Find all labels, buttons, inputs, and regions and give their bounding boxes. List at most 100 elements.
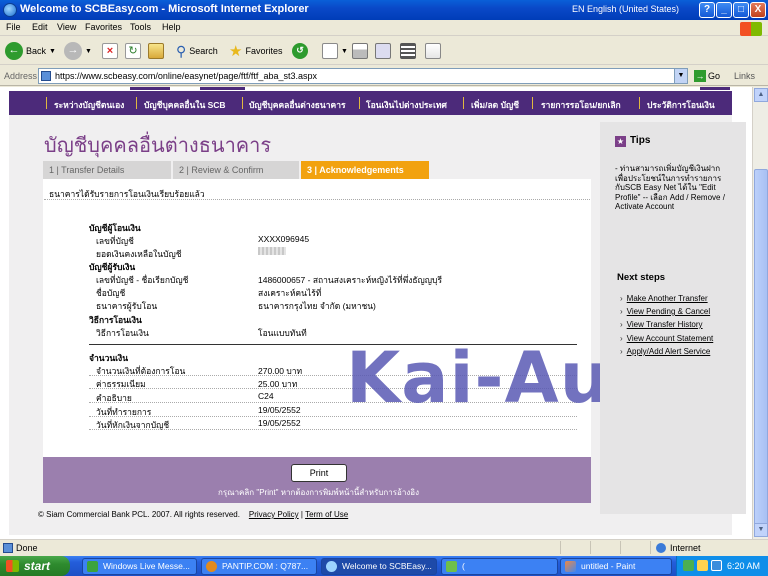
menu-tools[interactable]: Tools: [130, 22, 151, 32]
messenger-button[interactable]: [425, 41, 441, 61]
scroll-down-icon[interactable]: ▼: [754, 523, 768, 537]
forward-dropdown-icon[interactable]: ▼: [85, 48, 92, 55]
print-button[interactable]: Print: [291, 464, 347, 482]
messenger-tray-icon[interactable]: [711, 560, 722, 571]
menu-file[interactable]: File: [6, 22, 21, 32]
chevron-right-icon: ›: [620, 307, 623, 316]
transaction-date-value: 19/05/2552: [258, 405, 301, 415]
scroll-up-icon[interactable]: ▲: [754, 88, 768, 102]
maximize-button[interactable]: □: [733, 2, 749, 18]
task-paint[interactable]: untitled - Paint: [560, 558, 672, 575]
search-button[interactable]: ⚲ Search: [176, 41, 218, 61]
address-dropdown-icon[interactable]: ▼: [674, 69, 687, 83]
back-dropdown-icon[interactable]: ▼: [49, 48, 56, 55]
ie-icon: [326, 561, 337, 572]
next-step-item[interactable]: › View Pending & Cancel: [620, 307, 710, 316]
from-account-no: XXXX096945: [258, 234, 310, 244]
to-account-heading: บัญชีผู้รับเงิน: [89, 262, 136, 272]
task-scbeasy[interactable]: Welcome to SCBEasy...: [321, 558, 437, 575]
refresh-button[interactable]: ↻: [125, 41, 141, 61]
menu-favorites[interactable]: Favorites: [85, 22, 122, 32]
nav-history[interactable]: ประวัติการโอนเงิน: [647, 98, 715, 112]
mail-dropdown-icon[interactable]: ▼: [341, 48, 348, 55]
favorites-button[interactable]: ★ Favorites: [229, 41, 282, 61]
home-button[interactable]: [148, 41, 164, 61]
help-button[interactable]: ?: [699, 2, 715, 18]
terms-of-use-link[interactable]: Term of Use: [305, 510, 348, 519]
back-button[interactable]: ← Back ▼: [5, 41, 56, 61]
copyright: © Siam Commercial Bank PCL. 2007. All ri…: [38, 510, 240, 519]
to-bank-value: ธนาคารกรุงไทย จำกัด (มหาชน): [258, 301, 376, 311]
go-label: Go: [708, 71, 721, 81]
windows-logo-icon: [740, 22, 762, 36]
vertical-scrollbar[interactable]: ▲ ▼: [752, 87, 768, 539]
page-title: บัญชีบุคคลอื่นต่างธนาคาร: [44, 133, 272, 157]
view-account-statement-link[interactable]: View Account Statement: [627, 334, 714, 343]
next-step-item[interactable]: › View Transfer History: [620, 320, 703, 329]
minimize-button[interactable]: _: [716, 2, 732, 18]
next-step-item[interactable]: › View Account Statement: [620, 334, 713, 343]
forward-button[interactable]: → ▼: [64, 41, 92, 61]
next-step-item[interactable]: › Make Another Transfer: [620, 294, 708, 303]
next-step-item[interactable]: › Apply/Add Alert Service: [620, 347, 710, 356]
row-divider: [89, 429, 577, 430]
menu-view[interactable]: View: [57, 22, 76, 32]
menu-edit[interactable]: Edit: [32, 22, 48, 32]
clock[interactable]: 6:20 AM: [727, 561, 760, 571]
privacy-policy-link[interactable]: Privacy Policy: [249, 510, 299, 519]
search-label: Search: [189, 46, 218, 56]
page-status-icon: [3, 543, 13, 553]
start-label: start: [24, 559, 51, 573]
links-button[interactable]: Links: [734, 71, 755, 81]
menu-bar: File Edit View Favorites Tools Help: [0, 20, 768, 36]
method-value: โอนแบบทันที: [258, 328, 307, 338]
start-button[interactable]: start: [0, 556, 70, 576]
nav-pending[interactable]: รายการรอโอน/ยกเลิก: [541, 98, 621, 112]
make-another-transfer-link[interactable]: Make Another Transfer: [627, 294, 708, 303]
nav-add-remove[interactable]: เพิ่ม/ลด บัญชี: [471, 98, 519, 112]
next-steps-title: Next steps: [617, 272, 666, 283]
tips-text: - ท่านสามารถเพิ่มบัญชีเงินฝาก เพื่อประโย…: [615, 164, 725, 211]
print-toolbar-button[interactable]: [352, 41, 368, 61]
apply-alert-service-link[interactable]: Apply/Add Alert Service: [627, 347, 711, 356]
mail-button[interactable]: ▼: [322, 41, 348, 61]
address-bar: Address https://www.scbeasy.com/online/e…: [0, 66, 768, 86]
method-heading: วิธีการโอนเงิน: [89, 315, 142, 325]
language-indicator[interactable]: EN English (United States): [572, 4, 679, 14]
nav-international[interactable]: โอนเงินไปต่างประเทศ: [366, 98, 447, 112]
history-button[interactable]: ↺: [292, 41, 308, 61]
view-pending-cancel-link[interactable]: View Pending & Cancel: [627, 307, 710, 316]
chevron-right-icon: ›: [620, 320, 623, 329]
nav-own-accounts[interactable]: ระหว่างบัญชีตนเอง: [54, 98, 124, 112]
divider: [44, 199, 590, 200]
tips-sidebar: ★ Tips - ท่านสามารถเพิ่มบัญชีเงินฝาก เพื…: [600, 122, 746, 514]
printer-icon: [352, 43, 368, 59]
to-account-label: เลขที่บัญชี - ชื่อเรียกบัญชี: [96, 275, 189, 285]
refresh-icon: ↻: [125, 43, 141, 59]
status-cell: [590, 541, 591, 554]
close-button[interactable]: X: [750, 2, 766, 18]
task-pantip[interactable]: PANTIP.COM : Q787...: [201, 558, 317, 575]
edit-button[interactable]: [375, 41, 391, 61]
menu-help[interactable]: Help: [162, 22, 181, 32]
task-blurred[interactable]: (: [441, 558, 558, 575]
view-transfer-history-link[interactable]: View Transfer History: [627, 320, 703, 329]
nav-other-bank[interactable]: บัญชีบุคคลอื่นต่างธนาคาร: [249, 98, 346, 112]
nav-other-scb[interactable]: บัญชีบุคคลอื่นใน SCB: [144, 98, 226, 112]
volume-icon[interactable]: [697, 560, 708, 571]
task-messenger[interactable]: Windows Live Messe...: [82, 558, 197, 575]
address-input[interactable]: https://www.scbeasy.com/online/easynet/p…: [38, 68, 688, 84]
to-name-value: สงเคราะห์คนไร้ที่: [258, 288, 322, 298]
scroll-thumb[interactable]: [754, 169, 768, 529]
go-button[interactable]: → Go: [694, 70, 720, 82]
nav-separator: [136, 97, 137, 109]
network-icon[interactable]: [683, 560, 694, 571]
from-account-no-label: เลขที่บัญชี: [96, 236, 134, 246]
watermark-text: Kai-Au: [346, 337, 611, 419]
stop-button[interactable]: ×: [102, 41, 118, 61]
step-transfer-details: 1 | Transfer Details: [43, 161, 171, 179]
address-url[interactable]: https://www.scbeasy.com/online/easynet/p…: [55, 71, 317, 81]
research-button[interactable]: [400, 41, 416, 61]
top-strip-segment: [700, 87, 730, 90]
footer: © Siam Commercial Bank PCL. 2007. All ri…: [38, 510, 348, 519]
